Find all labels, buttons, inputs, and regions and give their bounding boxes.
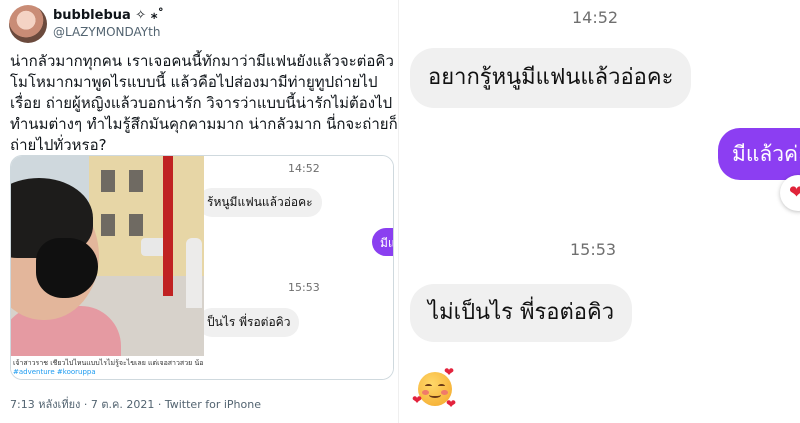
- chat-screenshot: 14:52 อยากรู้หนูมีแฟนแล้วอ่อคะ มีแล้วค่ะ…: [400, 0, 800, 423]
- photo-window: [101, 170, 115, 192]
- heart-icon: ❤: [444, 365, 455, 379]
- tweet-text: น่ากลัวมากทุกคน เราเจอคนนี้ทักมาว่ามีแฟน…: [10, 51, 398, 156]
- mini-chat-received-bubble: ป็นไร พี่รอต่อคิว: [204, 308, 300, 337]
- emoji-cheek: [441, 390, 448, 395]
- tweet-card[interactable]: bubblebua ✧ ⁎˚ @LAZYMONDAYth น่ากลัวมากท…: [0, 0, 400, 423]
- received-message-bubble[interactable]: ไม่เป็นไร พี่รอต่อคิว: [410, 284, 633, 342]
- sent-message-bubble[interactable]: มีแล้วค่ะ: [718, 128, 800, 180]
- emoji-eye: [425, 384, 432, 388]
- chat-timestamp: 14:52: [572, 8, 619, 27]
- photo-red-pillar: [163, 156, 173, 296]
- photo-window: [129, 170, 143, 192]
- photo-bystander: [186, 238, 202, 308]
- heart-reaction-icon[interactable]: ❤: [780, 175, 800, 211]
- photo-window: [129, 214, 143, 236]
- avatar[interactable]: [9, 5, 47, 43]
- tweet-text-line: ถ่ายไปทั่วหรอ?: [10, 136, 107, 154]
- tweet-timestamp[interactable]: 7:13 หลังเที่ยง · 7 ต.ค. 2021 · Twitter …: [10, 395, 261, 413]
- photo-caption: เจ้าสาวราช เชียวไปไหนแบบไรไม่รู้จะไขเลย …: [11, 356, 204, 379]
- smiling-face-with-hearts-icon[interactable]: ❤ ❤ ❤: [412, 366, 456, 410]
- tweet-media[interactable]: เจ้าสาวราช เชียวไปไหนแบบไรไม่รู้จะไขเลย …: [10, 155, 394, 380]
- user-handle[interactable]: @LAZYMONDAYth: [53, 25, 160, 39]
- tweet-text-line: เรื่อย ถ่ายผู้หญิงแล้วบอกน่ารัก วิจารว่า…: [10, 94, 393, 112]
- emoji-cheek: [422, 390, 429, 395]
- emoji-mouth: [429, 392, 441, 398]
- heart-icon: ❤: [412, 393, 423, 407]
- photo-window: [101, 214, 115, 236]
- tweet-text-line: ทำนมต่างๆ ทำไมรู้สึกมันคุกคามมาก น่ากลัว…: [10, 115, 398, 133]
- display-name[interactable]: bubblebua ✧ ⁎˚: [53, 8, 164, 23]
- mini-chat-time: 14:52: [288, 162, 320, 175]
- photo-caption-text: เจ้าสาวราช เชียวไปไหนแบบไรไม่รู้จะไขเลย …: [13, 359, 204, 367]
- media-photo[interactable]: [11, 156, 204, 356]
- mini-chat-time: 15:53: [288, 281, 320, 294]
- tweet-text-line: น่ากลัวมากทุกคน เราเจอคนนี้ทักมาว่ามีแฟน…: [10, 52, 394, 70]
- mini-chat-sent-bubble: มีแล: [372, 228, 393, 256]
- divider: [398, 0, 399, 423]
- photo-hashtags[interactable]: #adventure #kooruppa: [13, 368, 202, 377]
- heart-icon: ❤: [446, 397, 457, 411]
- tweet-text-line: โมโหมากมาพูดไรแบบนี้ แล้วคือไปส่องมามีท่…: [10, 73, 378, 91]
- chat-timestamp: 15:53: [570, 240, 617, 259]
- received-message-bubble[interactable]: อยากรู้หนูมีแฟนแล้วอ่อคะ: [410, 48, 692, 108]
- emoji-eye: [438, 384, 445, 388]
- media-chat-screenshot[interactable]: 14:52 ร้หนูมีแฟนแล้วอ่อคะ มีแล 15:53 ป็น…: [204, 156, 393, 379]
- mini-chat-received-bubble: ร้หนูมีแฟนแล้วอ่อคะ: [204, 188, 322, 217]
